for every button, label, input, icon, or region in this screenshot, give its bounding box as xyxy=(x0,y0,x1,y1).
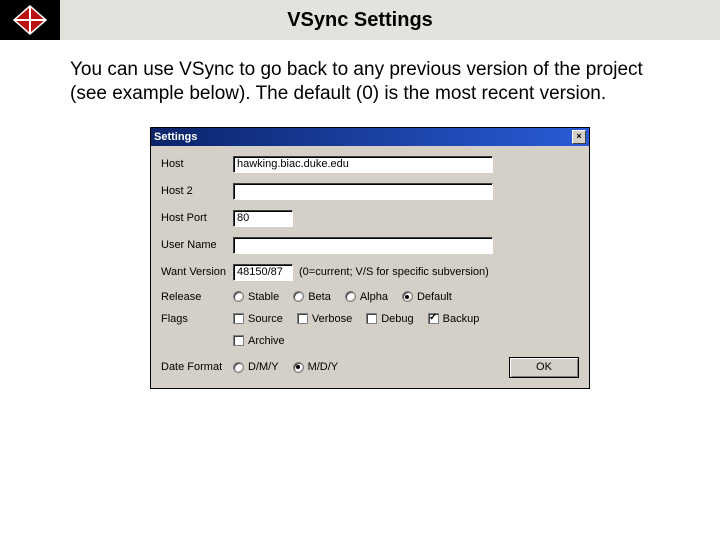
user-name-input[interactable] xyxy=(233,237,493,254)
date-mdy-label: M/D/Y xyxy=(308,361,339,373)
checkbox-icon xyxy=(428,313,439,324)
release-beta-label: Beta xyxy=(308,291,331,303)
want-version-label: Want Version xyxy=(161,266,233,278)
flag-debug-label: Debug xyxy=(381,313,413,325)
want-version-hint: (0=current; V/S for specific subversion) xyxy=(299,266,489,278)
host-input[interactable] xyxy=(233,156,493,173)
release-default-label: Default xyxy=(417,291,452,303)
page-title: VSync Settings xyxy=(0,9,720,32)
flag-archive-label: Archive xyxy=(248,335,285,347)
want-version-input[interactable] xyxy=(233,264,293,281)
release-label: Release xyxy=(161,291,233,303)
radio-icon xyxy=(345,291,356,302)
radio-icon xyxy=(402,291,413,302)
checkbox-icon xyxy=(297,313,308,324)
description-text: You can use VSync to go back to any prev… xyxy=(70,58,650,107)
flag-backup-label: Backup xyxy=(443,313,480,325)
checkbox-icon xyxy=(233,335,244,346)
flag-backup-check[interactable]: Backup xyxy=(428,313,480,325)
flag-verbose-label: Verbose xyxy=(312,313,352,325)
date-format-label: Date Format xyxy=(161,361,233,373)
ok-button[interactable]: OK xyxy=(509,357,579,378)
flag-source-label: Source xyxy=(248,313,283,325)
host-port-input[interactable] xyxy=(233,210,293,227)
host-port-label: Host Port xyxy=(161,212,233,224)
checkbox-icon xyxy=(366,313,377,324)
radio-icon xyxy=(293,291,304,302)
release-alpha-label: Alpha xyxy=(360,291,388,303)
close-icon[interactable]: × xyxy=(572,130,586,144)
release-stable-label: Stable xyxy=(248,291,279,303)
flag-verbose-check[interactable]: Verbose xyxy=(297,313,352,325)
date-mdy-radio[interactable]: M/D/Y xyxy=(293,361,339,373)
release-beta-radio[interactable]: Beta xyxy=(293,291,331,303)
radio-icon xyxy=(233,362,244,373)
flags-label: Flags xyxy=(161,313,233,325)
host-label: Host xyxy=(161,158,233,170)
dialog-title: Settings xyxy=(154,131,197,143)
host2-label: Host 2 xyxy=(161,185,233,197)
flag-source-check[interactable]: Source xyxy=(233,313,283,325)
title-bar[interactable]: Settings × xyxy=(151,128,589,146)
host2-input[interactable] xyxy=(233,183,493,200)
page-header: VSync Settings xyxy=(0,0,720,40)
flag-archive-check[interactable]: Archive xyxy=(233,335,285,347)
radio-icon xyxy=(293,362,304,373)
settings-dialog: Settings × Host Host 2 Host Port User Na… xyxy=(150,127,590,389)
release-stable-radio[interactable]: Stable xyxy=(233,291,279,303)
release-default-radio[interactable]: Default xyxy=(402,291,452,303)
checkbox-icon xyxy=(233,313,244,324)
release-alpha-radio[interactable]: Alpha xyxy=(345,291,388,303)
user-name-label: User Name xyxy=(161,239,233,251)
dialog-body: Host Host 2 Host Port User Name Want Ver… xyxy=(151,146,589,388)
radio-icon xyxy=(233,291,244,302)
date-dmy-radio[interactable]: D/M/Y xyxy=(233,361,279,373)
flag-debug-check[interactable]: Debug xyxy=(366,313,413,325)
date-dmy-label: D/M/Y xyxy=(248,361,279,373)
